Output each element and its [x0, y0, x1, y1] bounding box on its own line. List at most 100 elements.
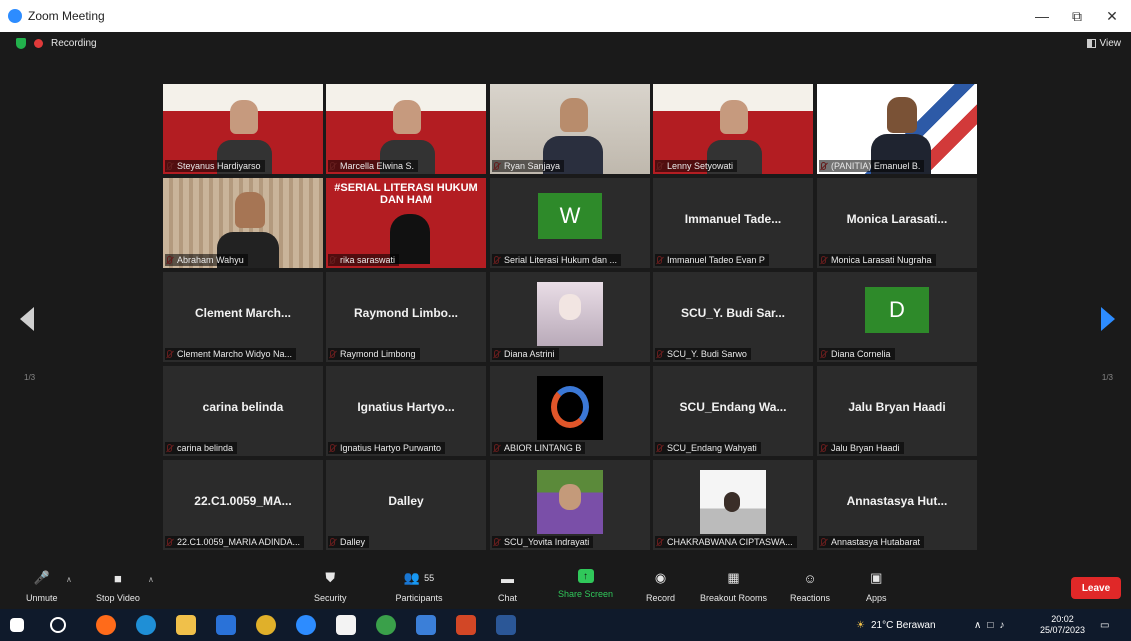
- zoom-taskbar-icon[interactable]: [296, 615, 316, 635]
- participant-display-name: Monica Larasati...: [846, 212, 948, 226]
- unmute-button[interactable]: 🎤 Unmute: [26, 569, 58, 603]
- participant-tile[interactable]: Raymond Limbo... Raymond Limbong: [326, 272, 486, 362]
- participant-tile[interactable]: Abraham Wahyu: [163, 178, 323, 268]
- participant-tile[interactable]: Diana Astrini: [490, 272, 650, 362]
- participant-face: [230, 100, 259, 135]
- breakout-rooms-button[interactable]: ▦ Breakout Rooms: [700, 569, 767, 603]
- participant-tile[interactable]: Annastasya Hut... Annastasya Hutabarat: [817, 460, 977, 550]
- next-page-arrow-icon[interactable]: [1101, 307, 1115, 331]
- avatar-face: [559, 484, 581, 510]
- participant-name-tag: Marcella Elwina S.: [328, 160, 419, 172]
- chrome-icon[interactable]: [256, 615, 276, 635]
- windows-taskbar: ☀ 21°C Berawan ∧ □ ♪ 20:02 25/07/2023 ▭: [0, 609, 1131, 641]
- reactions-label: Reactions: [790, 593, 831, 603]
- calendar-icon[interactable]: [336, 615, 356, 635]
- clock[interactable]: 20:02 25/07/2023: [1040, 609, 1085, 641]
- participant-tile[interactable]: Clement March... Clement Marcho Widyo Na.…: [163, 272, 323, 362]
- reactions-icon: ☺: [803, 570, 817, 586]
- restore-button[interactable]: ⧉: [1059, 0, 1095, 32]
- chevron-up-icon[interactable]: ∧: [974, 620, 981, 631]
- security-button[interactable]: ⛊ Security: [314, 569, 347, 603]
- participant-tile[interactable]: Ryan Sanjaya: [490, 84, 650, 174]
- participant-display-name: carina belinda: [202, 400, 284, 414]
- avatar-logo: [537, 376, 603, 440]
- weather-widget[interactable]: ☀ 21°C Berawan: [856, 609, 936, 641]
- muted-mic-icon: 🎤: [33, 570, 50, 585]
- participant-tile[interactable]: CHAKRABWANA CIPTASWA...: [653, 460, 813, 550]
- minimize-button[interactable]: —: [1024, 0, 1060, 32]
- firefox-icon[interactable]: [96, 615, 116, 635]
- participant-tile[interactable]: SCU_Yovita Indrayati: [490, 460, 650, 550]
- participant-name-tag: Immanuel Tadeo Evan P: [655, 254, 769, 266]
- participant-tile[interactable]: Lenny Setyowati: [653, 84, 813, 174]
- participant-display-name: Clement March...: [194, 306, 292, 320]
- participant-tile[interactable]: #SERIAL LITERASI HUKUM DAN HAM rika saras…: [326, 178, 486, 268]
- avatar-letter: W: [538, 193, 602, 239]
- record-button[interactable]: ◉ Record: [646, 569, 675, 603]
- network-icon[interactable]: □: [987, 620, 993, 631]
- participant-name-tag: 22.C1.0059_MARIA ADINDA...: [165, 536, 305, 548]
- participant-tile[interactable]: 22.C1.0059_MA... 22.C1.0059_MARIA ADINDA.…: [163, 460, 323, 550]
- participants-icon-group: 👥 55: [394, 569, 444, 587]
- stop-video-button[interactable]: ■ Stop Video: [96, 569, 140, 604]
- people-icon: 👥: [403, 570, 421, 585]
- close-button[interactable]: ✕: [1094, 0, 1130, 32]
- search-icon[interactable]: [50, 617, 66, 633]
- chat-button[interactable]: ▬ Chat: [498, 569, 517, 604]
- participant-tile[interactable]: Jalu Bryan Haadi Jalu Bryan Haadi: [817, 366, 977, 456]
- leave-button[interactable]: Leave: [1071, 577, 1121, 599]
- volume-icon[interactable]: ♪: [999, 620, 1004, 631]
- notification-icon[interactable]: ▭: [1100, 609, 1109, 641]
- weather-icon: ☀: [856, 619, 865, 631]
- video-options-caret-icon[interactable]: ∧: [148, 575, 154, 584]
- participant-tile[interactable]: ABIOR LINTANG B: [490, 366, 650, 456]
- participant-name-tag: (PANITIA) Emanuel B.: [819, 160, 925, 172]
- participant-tile[interactable]: Ignatius Hartyo... Ignatius Hartyo Purwan…: [326, 366, 486, 456]
- participant-tile[interactable]: W Serial Literasi Hukum dan ...: [490, 178, 650, 268]
- shield-icon: [16, 38, 26, 49]
- record-dot-icon: [34, 39, 43, 48]
- recording-label: Recording: [51, 38, 97, 49]
- windows-start-icon[interactable]: [10, 618, 24, 632]
- audio-options-caret-icon[interactable]: ∧: [66, 575, 72, 584]
- participant-tile[interactable]: SCU_Y. Budi Sar... SCU_Y. Budi Sarwo: [653, 272, 813, 362]
- participant-name-tag: Lenny Setyowati: [655, 160, 738, 172]
- page-indicator-left: 1/3: [24, 373, 36, 382]
- recording-indicator[interactable]: Recording: [16, 38, 97, 49]
- participant-tile[interactable]: Steyanus Hardiyarso: [163, 84, 323, 174]
- system-tray[interactable]: ∧ □ ♪: [974, 609, 1004, 641]
- participant-tile[interactable]: Dalley Dalley: [326, 460, 486, 550]
- unmute-label: Unmute: [26, 593, 58, 603]
- chrome-alt-icon[interactable]: [376, 615, 396, 635]
- page-indicator-right: 1/3: [1101, 373, 1113, 382]
- participant-name-tag: Diana Astrini: [492, 348, 559, 360]
- clock-date: 25/07/2023: [1040, 625, 1086, 635]
- stop-video-label: Stop Video: [96, 593, 140, 603]
- edge-icon[interactable]: [136, 615, 156, 635]
- participant-tile[interactable]: D Diana Cornelia: [817, 272, 977, 362]
- participant-tile[interactable]: Monica Larasati... Monica Larasati Nugrah…: [817, 178, 977, 268]
- view-button[interactable]: View: [1086, 38, 1121, 49]
- file-explorer-icon[interactable]: [176, 615, 196, 635]
- share-screen-icon: ↑: [577, 569, 594, 583]
- photos-icon[interactable]: [416, 615, 436, 635]
- participant-tile[interactable]: Immanuel Tade... Immanuel Tadeo Evan P: [653, 178, 813, 268]
- participant-tile[interactable]: SCU_Endang Wa... SCU_Endang Wahyati: [653, 366, 813, 456]
- powerpoint-icon[interactable]: [456, 615, 476, 635]
- participant-face: [560, 98, 589, 133]
- avatar-letter: D: [865, 287, 929, 333]
- share-screen-label: Share Screen: [558, 589, 614, 599]
- participant-tile[interactable]: Marcella Elwina S.: [326, 84, 486, 174]
- previous-page-arrow-icon[interactable]: [20, 307, 34, 331]
- apps-label: Apps: [866, 593, 887, 603]
- mail-icon[interactable]: [216, 615, 236, 635]
- participants-button[interactable]: 👥 55 Participants: [394, 569, 444, 603]
- apps-button[interactable]: ▣ Apps: [866, 569, 887, 603]
- participant-face: [235, 192, 265, 229]
- word-icon[interactable]: [496, 615, 516, 635]
- share-screen-button[interactable]: ↑ Share Screen: [558, 569, 613, 599]
- participant-tile[interactable]: carina belinda carina belinda: [163, 366, 323, 456]
- participant-name-tag: Dalley: [328, 536, 370, 548]
- participant-tile[interactable]: (PANITIA) Emanuel B.: [817, 84, 977, 174]
- reactions-button[interactable]: ☺ Reactions: [790, 569, 831, 604]
